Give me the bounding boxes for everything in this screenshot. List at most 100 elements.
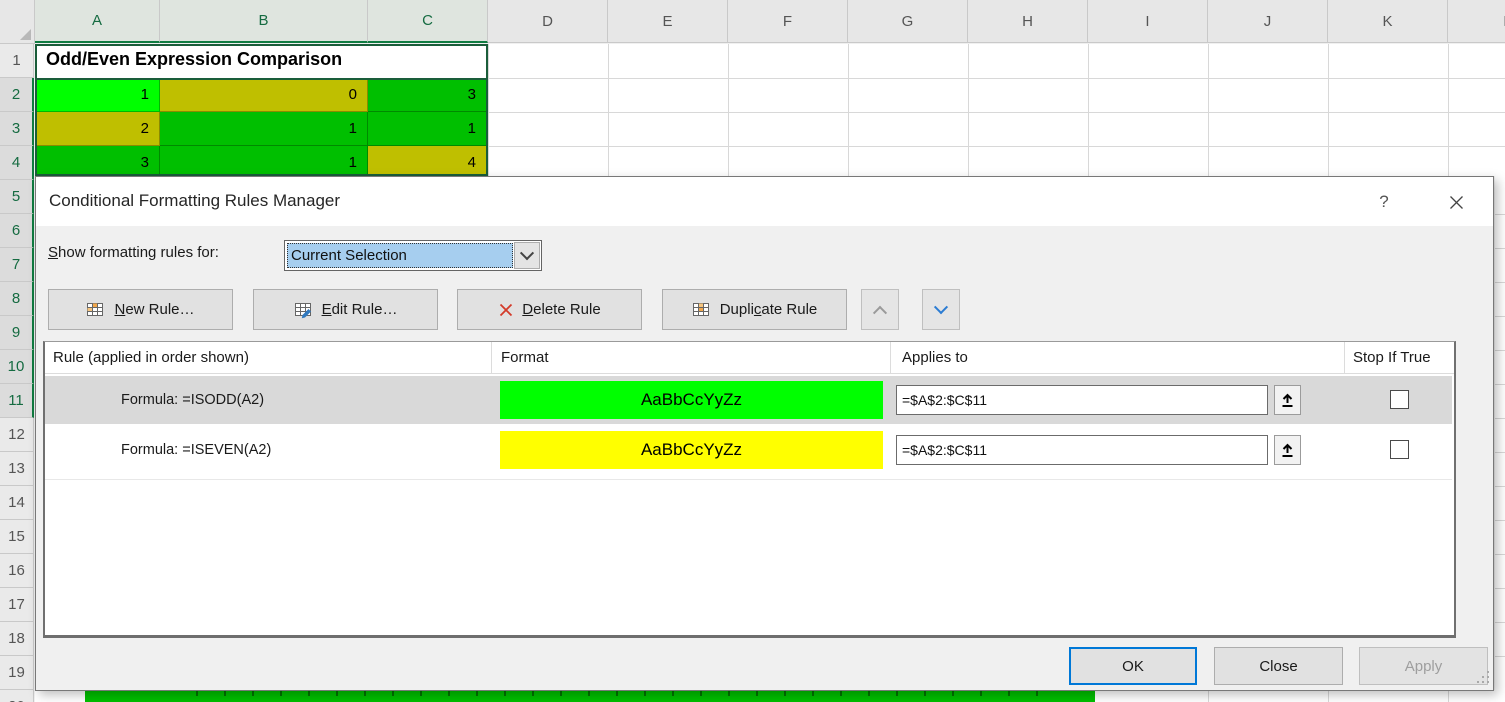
- chevron-up-icon: [873, 305, 887, 319]
- collapse-dialog-icon[interactable]: [1274, 435, 1301, 465]
- column-header-rule: Rule (applied in order shown): [53, 342, 249, 373]
- chevron-down-icon: [520, 246, 534, 260]
- column-header-J[interactable]: J: [1208, 0, 1328, 43]
- applies-to-input[interactable]: [896, 435, 1268, 465]
- row-header-20[interactable]: 20: [0, 690, 34, 702]
- row-header-7[interactable]: 7: [0, 248, 34, 282]
- show-formatting-rules-label: Show formatting rules for:: [48, 244, 219, 261]
- select-all-corner[interactable]: [0, 0, 35, 44]
- column-header-A[interactable]: A: [35, 0, 160, 43]
- resize-grip-icon[interactable]: [1477, 671, 1489, 683]
- edit-rule-button[interactable]: Edit Rule…: [253, 289, 438, 330]
- row-header-11[interactable]: 11: [0, 384, 34, 418]
- row-header-12[interactable]: 12: [0, 418, 34, 452]
- gridline: [1328, 44, 1329, 176]
- show-rules-combobox[interactable]: Current Selection: [284, 240, 542, 271]
- column-header-L[interactable]: L: [1448, 0, 1505, 43]
- column-separator: [491, 342, 492, 373]
- gridline: [1088, 44, 1089, 176]
- row-header-17[interactable]: 17: [0, 588, 34, 622]
- rule-description: Formula: =ISODD(A2): [121, 376, 264, 424]
- row-header-5[interactable]: 5: [0, 180, 34, 214]
- column-header-stop-if-true: Stop If True: [1353, 342, 1431, 373]
- gridline: [1495, 622, 1505, 623]
- column-separator: [890, 342, 891, 373]
- column-header-F[interactable]: F: [728, 0, 848, 43]
- move-rule-up-button[interactable]: [861, 289, 899, 330]
- row-header-18[interactable]: 18: [0, 622, 34, 656]
- gridline: [1208, 690, 1209, 702]
- column-header-D[interactable]: D: [488, 0, 608, 43]
- close-button[interactable]: Close: [1214, 647, 1343, 685]
- column-header-K[interactable]: K: [1328, 0, 1448, 43]
- delete-rule-button[interactable]: Delete Rule: [457, 289, 642, 330]
- column-header-H[interactable]: H: [968, 0, 1088, 43]
- cell-A1-title[interactable]: Odd/Even Expression Comparison: [46, 49, 486, 76]
- close-icon[interactable]: [1439, 187, 1473, 217]
- collapse-dialog-icon[interactable]: [1274, 385, 1301, 415]
- row20-green-cells: [85, 691, 1095, 702]
- stop-if-true-checkbox[interactable]: [1390, 390, 1409, 409]
- combobox-dropdown-button[interactable]: [514, 242, 540, 269]
- row-header-10[interactable]: 10: [0, 350, 34, 384]
- header-separator: [45, 373, 1454, 374]
- stop-if-true-checkbox[interactable]: [1390, 440, 1409, 459]
- column-separator: [1344, 342, 1345, 373]
- column-header-C[interactable]: C: [368, 0, 488, 43]
- gridline: [1495, 350, 1505, 351]
- move-rule-down-button[interactable]: [922, 289, 960, 330]
- column-header-E[interactable]: E: [608, 0, 728, 43]
- gridline: [1495, 520, 1505, 521]
- excel-window: ABCDEFGHIJKL 123456789101112131415161718…: [0, 0, 1505, 702]
- sheet-right-sliver: [1495, 176, 1505, 691]
- apply-button[interactable]: Apply: [1359, 647, 1488, 685]
- applies-to-input[interactable]: [896, 385, 1268, 415]
- rule-row-isodd[interactable]: Formula: =ISODD(A2) AaBbCcYyZz: [45, 376, 1452, 424]
- duplicate-rule-button[interactable]: Duplicate Rule: [662, 289, 847, 330]
- rule-row-iseven[interactable]: Formula: =ISEVEN(A2) AaBbCcYyZz: [45, 426, 1452, 474]
- column-header-applies-to: Applies to: [902, 342, 968, 373]
- ok-button[interactable]: OK: [1069, 647, 1197, 685]
- row-header-2[interactable]: 2: [0, 78, 34, 112]
- row-header-6[interactable]: 6: [0, 214, 34, 248]
- new-rule-button[interactable]: New Rule…: [48, 289, 233, 330]
- table-grid-icon: [692, 301, 712, 319]
- help-icon[interactable]: ?: [1369, 187, 1399, 217]
- gridline: [1495, 384, 1505, 385]
- gridline: [968, 44, 969, 176]
- conditional-formatting-rules-manager-dialog: Conditional Formatting Rules Manager ? S…: [35, 176, 1494, 691]
- column-header-G[interactable]: G: [848, 0, 968, 43]
- row-header-3[interactable]: 3: [0, 112, 34, 146]
- row-header-8[interactable]: 8: [0, 282, 34, 316]
- row-header-9[interactable]: 9: [0, 316, 34, 350]
- selection-border-top: [37, 78, 486, 80]
- gridline: [728, 44, 729, 176]
- table-grid-icon: [86, 301, 106, 319]
- gridline: [1208, 44, 1209, 176]
- gridline: [488, 78, 1505, 79]
- gridline: [1495, 418, 1505, 419]
- rules-list: Rule (applied in order shown) Format App…: [43, 341, 1456, 638]
- gridline: [1448, 44, 1449, 176]
- dialog-titlebar[interactable]: Conditional Formatting Rules Manager ?: [36, 177, 1493, 226]
- gridline: [1495, 486, 1505, 487]
- row-header-16[interactable]: 16: [0, 554, 34, 588]
- gridline: [608, 44, 609, 176]
- red-x-icon: [498, 302, 514, 318]
- row-header-13[interactable]: 13: [0, 452, 34, 486]
- column-header-I[interactable]: I: [1088, 0, 1208, 43]
- gridline: [848, 44, 849, 176]
- row-header-19[interactable]: 19: [0, 656, 34, 690]
- gridline: [1448, 690, 1449, 702]
- table-grid-pencil-icon: [294, 301, 314, 319]
- column-header-B[interactable]: B: [160, 0, 368, 43]
- gridline: [1495, 248, 1505, 249]
- row-header-15[interactable]: 15: [0, 520, 34, 554]
- row-header-1[interactable]: 1: [0, 44, 34, 78]
- row-header-14[interactable]: 14: [0, 486, 34, 520]
- rule-description: Formula: =ISEVEN(A2): [121, 426, 271, 474]
- selection-and-table-border: Odd/Even Expression Comparison: [35, 44, 488, 176]
- gridline: [1495, 214, 1505, 215]
- row-header-4[interactable]: 4: [0, 146, 34, 180]
- dialog-title: Conditional Formatting Rules Manager: [49, 191, 340, 211]
